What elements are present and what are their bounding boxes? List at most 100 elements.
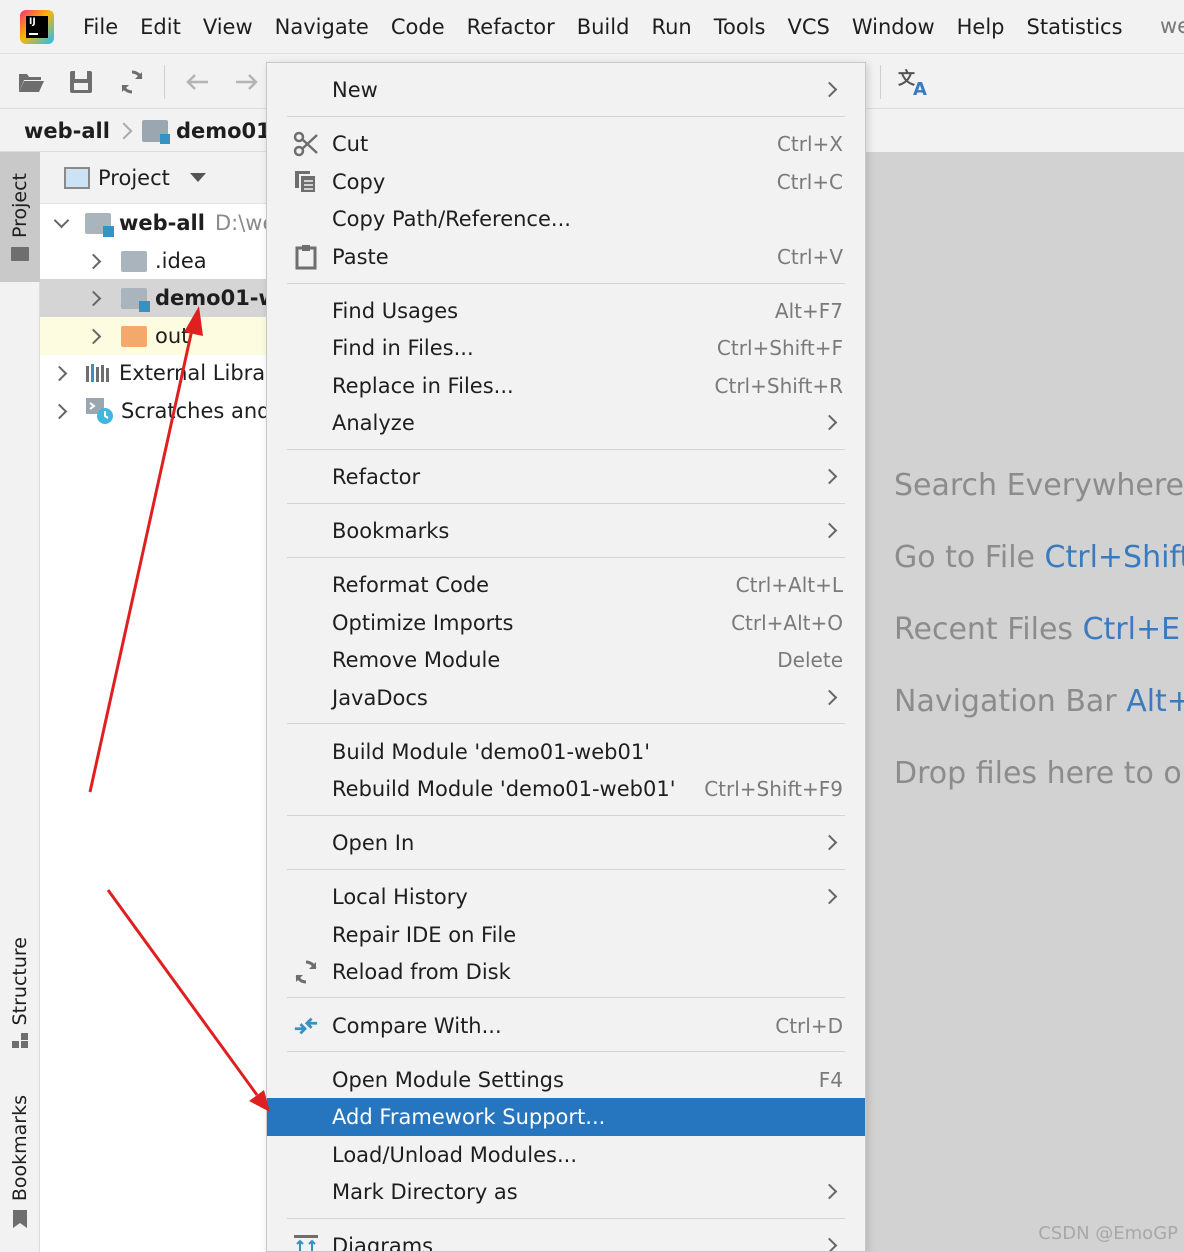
menu-edit[interactable]: Edit: [129, 15, 192, 39]
chevron-right-icon[interactable]: [85, 290, 102, 306]
svg-text:A: A: [913, 79, 927, 97]
window-title: we: [1160, 14, 1184, 38]
hint-go-to-file: Go to File Ctrl+Shift+: [894, 540, 1184, 575]
clipboard-icon: [293, 244, 319, 270]
menu-item-reformat-code[interactable]: Reformat Code Ctrl+Alt+L: [267, 566, 865, 604]
menu-code[interactable]: Code: [380, 15, 456, 39]
submenu-arrow-icon: [821, 522, 838, 539]
project-tool-tab[interactable]: Project: [0, 152, 40, 282]
menu-file[interactable]: File: [72, 15, 129, 39]
structure-icon: [12, 1033, 28, 1050]
menu-item-cut[interactable]: Cut Ctrl+X: [267, 125, 865, 163]
menu-item-load-unload-modules[interactable]: Load/Unload Modules...: [267, 1136, 865, 1174]
menu-item-add-framework-support[interactable]: Add Framework Support...: [267, 1098, 865, 1136]
tree-item-label: out: [155, 324, 190, 348]
tree-item-label: External Librar: [119, 361, 266, 385]
submenu-arrow-icon: [821, 81, 838, 98]
menu-separator: [287, 283, 845, 284]
bookmarks-tool-tab[interactable]: Bookmarks: [0, 1087, 40, 1237]
menu-item-diagrams[interactable]: Diagrams: [267, 1227, 865, 1251]
submenu-arrow-icon: [821, 1183, 838, 1200]
scissors-icon: [293, 131, 319, 157]
menu-item-paste[interactable]: Paste Ctrl+V: [267, 238, 865, 276]
bookmark-icon: [13, 1210, 27, 1229]
back-arrow-icon[interactable]: [182, 67, 212, 97]
menu-view[interactable]: View: [192, 15, 264, 39]
menu-item-build-module[interactable]: Build Module 'demo01-web01': [267, 733, 865, 771]
open-folder-icon[interactable]: [16, 67, 46, 97]
toolbar-divider: [164, 65, 165, 99]
menu-help[interactable]: Help: [946, 15, 1016, 39]
menu-item-optimize-imports[interactable]: Optimize Imports Ctrl+Alt+O: [267, 604, 865, 642]
menu-run[interactable]: Run: [640, 15, 702, 39]
menu-item-remove-module[interactable]: Remove Module Delete: [267, 641, 865, 679]
tree-item-web-all[interactable]: web-all D:\we: [40, 204, 266, 242]
context-menu: New Cut Ctrl+X Copy Ctrl+C Copy Path/Refer…: [266, 62, 866, 1252]
chevron-down-icon[interactable]: [53, 212, 70, 228]
menu-item-open-module-settings[interactable]: Open Module Settings F4: [267, 1061, 865, 1099]
tree-item-out[interactable]: out: [40, 317, 266, 355]
submenu-arrow-icon: [821, 888, 838, 905]
watermark: CSDN @EmoGP: [1038, 1223, 1178, 1244]
menu-separator: [287, 997, 845, 998]
compare-icon: [293, 1013, 319, 1039]
hint-recent-files: Recent Files Ctrl+E: [894, 612, 1181, 647]
chevron-right-icon[interactable]: [85, 253, 102, 269]
menu-statistics[interactable]: Statistics: [1016, 15, 1134, 39]
left-tool-strip: Project Structure Bookmarks: [0, 152, 40, 1252]
menu-window[interactable]: Window: [841, 15, 946, 39]
menu-item-copy[interactable]: Copy Ctrl+C: [267, 163, 865, 201]
tree-item-label: demo01-w: [155, 286, 266, 310]
menu-item-repair-ide[interactable]: Repair IDE on File: [267, 916, 865, 954]
project-view-icon: [64, 166, 90, 189]
menu-item-copy-path[interactable]: Copy Path/Reference...: [267, 200, 865, 238]
project-panel: Project web-all D:\we .idea demo01-w out…: [40, 152, 266, 1252]
excluded-folder-icon: [121, 325, 147, 347]
tree-item-external-libraries[interactable]: External Librar: [40, 354, 266, 392]
menu-item-local-history[interactable]: Local History: [267, 878, 865, 916]
breadcrumb-root[interactable]: web-all: [24, 119, 110, 143]
menu-item-bookmarks[interactable]: Bookmarks: [267, 512, 865, 550]
tree-item-label: web-all: [119, 211, 205, 235]
menu-separator: [287, 1051, 845, 1052]
menu-item-replace-in-files[interactable]: Replace in Files... Ctrl+Shift+R: [267, 367, 865, 405]
menu-refactor[interactable]: Refactor: [456, 15, 566, 39]
forward-arrow-icon[interactable]: [232, 67, 262, 97]
tree-item-idea[interactable]: .idea: [40, 242, 266, 280]
menu-item-reload-from-disk[interactable]: Reload from Disk: [267, 953, 865, 991]
chevron-right-icon[interactable]: [85, 328, 102, 344]
project-panel-header[interactable]: Project: [40, 152, 266, 204]
menu-item-analyze[interactable]: Analyze: [267, 404, 865, 442]
menu-item-find-usages[interactable]: Find Usages Alt+F7: [267, 292, 865, 330]
menu-vcs[interactable]: VCS: [776, 15, 840, 39]
sync-icon[interactable]: [117, 67, 147, 97]
scratches-icon: [86, 398, 113, 424]
tree-item-demo01[interactable]: demo01-w: [40, 279, 266, 317]
library-icon: [86, 364, 109, 382]
menu-item-open-in[interactable]: Open In: [267, 824, 865, 862]
hint-search-everywhere: Search Everywhere D: [894, 468, 1184, 503]
menu-item-refactor[interactable]: Refactor: [267, 458, 865, 496]
save-icon[interactable]: [66, 67, 96, 97]
menu-navigate[interactable]: Navigate: [264, 15, 380, 39]
menu-item-rebuild-module[interactable]: Rebuild Module 'demo01-web01' Ctrl+Shift+…: [267, 770, 865, 808]
menu-separator: [287, 116, 845, 117]
tree-item-label: Scratches and: [121, 399, 266, 423]
menu-separator: [287, 869, 845, 870]
structure-tool-tab[interactable]: Structure: [0, 928, 40, 1058]
dropdown-caret-icon[interactable]: [189, 173, 206, 182]
menu-item-find-in-files[interactable]: Find in Files... Ctrl+Shift+F: [267, 329, 865, 367]
menu-item-compare-with[interactable]: Compare With... Ctrl+D: [267, 1007, 865, 1045]
menu-item-mark-directory-as[interactable]: Mark Directory as: [267, 1173, 865, 1211]
menu-item-javadocs[interactable]: JavaDocs: [267, 679, 865, 717]
menu-separator: [287, 815, 845, 816]
chevron-right-icon[interactable]: [51, 403, 68, 419]
menu-tools[interactable]: Tools: [703, 15, 777, 39]
intellij-logo-icon: IJ: [20, 10, 54, 44]
translate-icon[interactable]: 文A: [896, 67, 932, 97]
menu-item-new[interactable]: New: [267, 71, 865, 109]
menu-build[interactable]: Build: [566, 15, 641, 39]
main-menu: File Edit View Navigate Code Refactor Bu…: [72, 0, 1134, 54]
tree-item-scratches[interactable]: Scratches and: [40, 392, 266, 430]
chevron-right-icon[interactable]: [51, 365, 68, 381]
